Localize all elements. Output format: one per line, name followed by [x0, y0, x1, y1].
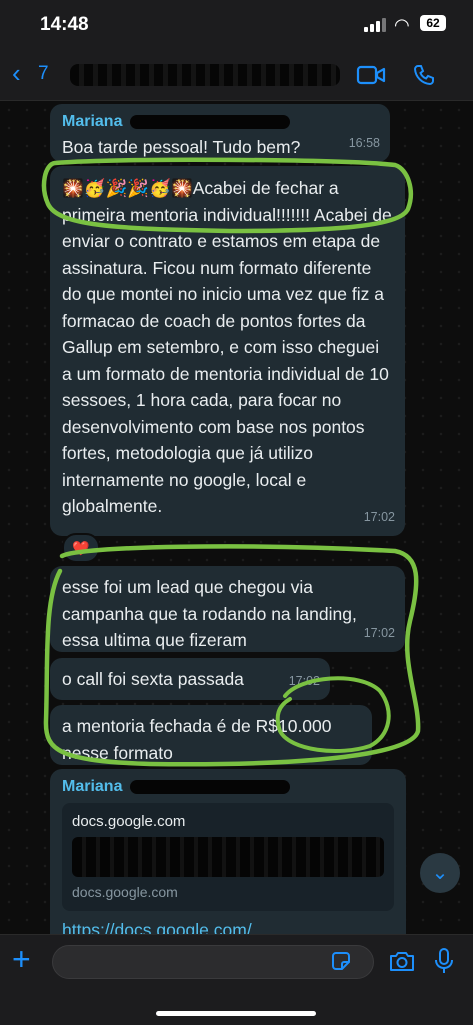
message-input[interactable]	[52, 945, 374, 979]
chat-header: ‹ 7	[0, 50, 473, 101]
link-preview-title: docs.google.com	[72, 813, 186, 830]
message-time: 17:02	[288, 673, 320, 688]
heart-reaction-icon[interactable]: ❤️	[62, 533, 100, 563]
sticker-icon[interactable]	[330, 950, 352, 972]
battery-indicator: 62	[420, 15, 446, 31]
sender-phone-redacted	[130, 779, 291, 794]
message-text: Boa tarde pessoal! Tudo bem?	[62, 137, 301, 157]
message-time: 17:02	[363, 625, 395, 640]
message-time: 16:58	[348, 135, 380, 150]
link-preview-domain: docs.google.com	[72, 884, 178, 900]
message-bubble[interactable]: Mariana Boa tarde pessoal! Tudo bem? 16:…	[50, 104, 390, 162]
message-time: 17:02	[363, 509, 395, 524]
message-text: o call foi sexta passada	[62, 669, 244, 689]
link-preview-description-redacted	[72, 837, 384, 877]
status-bar: 14:48 ◠ 62	[0, 0, 473, 50]
contact-name-redacted[interactable]	[70, 64, 340, 86]
voice-call-icon[interactable]	[412, 63, 436, 87]
message-input-bar: +	[0, 934, 473, 1025]
microphone-icon[interactable]	[434, 947, 454, 975]
message-bubble[interactable]: esse foi um lead que chegou via campanha…	[50, 566, 405, 652]
back-unread-count[interactable]: 7	[38, 63, 49, 85]
scroll-to-bottom-chevron-icon[interactable]: ⌄	[420, 853, 460, 893]
cellular-signal-icon	[364, 18, 386, 32]
camera-icon[interactable]	[388, 949, 416, 973]
message-text: esse foi um lead que chegou via campanha…	[62, 577, 357, 650]
message-text: 🎇🥳🎉🎉🥳🎇Acabei de fechar a primeira mentor…	[62, 178, 392, 516]
message-link[interactable]: https://docs.google.com/	[62, 917, 394, 934]
attach-plus-icon[interactable]: +	[12, 943, 31, 975]
sender-name: Mariana	[62, 112, 378, 132]
message-bubble[interactable]: Mariana docs.google.com docs.google.com …	[50, 769, 406, 934]
wifi-icon: ◠	[394, 15, 410, 35]
chat-messages-area[interactable]: Mariana Boa tarde pessoal! Tudo bem? 16:…	[0, 101, 473, 934]
message-bubble[interactable]: o call foi sexta passada 17:02	[50, 658, 330, 700]
message-bubble[interactable]: a mentoria fechada é de R$10.000 nesse f…	[50, 705, 372, 765]
sender-phone-redacted	[130, 114, 291, 129]
back-chevron-icon[interactable]: ‹	[12, 60, 21, 86]
message-text: a mentoria fechada é de R$10.000 nesse f…	[62, 716, 332, 763]
message-bubble[interactable]: 🎇🥳🎉🎉🥳🎇Acabei de fechar a primeira mentor…	[50, 166, 405, 536]
home-indicator	[156, 1011, 316, 1016]
clock: 14:48	[40, 14, 89, 35]
sender-name: Mariana	[62, 777, 394, 797]
video-call-icon[interactable]	[356, 64, 386, 86]
link-preview[interactable]: docs.google.com docs.google.com	[62, 803, 394, 911]
